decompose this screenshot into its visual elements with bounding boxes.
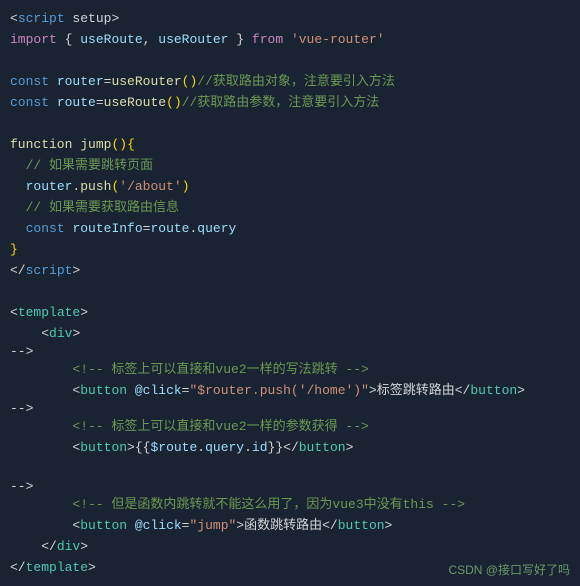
line-21: [10, 458, 570, 479]
line-18: <button @click="$router.push('/home')">标…: [10, 380, 570, 401]
line-8: // 如果需要跳转页面: [10, 155, 570, 176]
line-15: <template>: [10, 302, 570, 323]
line-13: </script>: [10, 260, 570, 281]
line-10: // 如果需要获取路由信息: [10, 197, 570, 218]
line-3: [10, 50, 570, 71]
line-22: <!-- 但是函数内跳转就不能这么用了，因为vue3中没有this -->: [10, 494, 570, 515]
line-20: <button>{{$route.query.id}}</button>: [10, 437, 570, 458]
code-editor: <script setup> import { useRoute, useRou…: [0, 0, 580, 586]
line-14: [10, 281, 570, 302]
line-1: <script setup>: [10, 8, 570, 29]
line-11: const routeInfo=route.query: [10, 218, 570, 239]
line-12: }: [10, 239, 570, 260]
line-23: <button @click="jump">函数跳转路由</button>: [10, 515, 570, 536]
line-2: import { useRoute, useRouter } from 'vue…: [10, 29, 570, 50]
line-17: <!-- 标签上可以直接和vue2一样的写法跳转 -->: [10, 359, 570, 380]
line-19: <!-- 标签上可以直接和vue2一样的参数获得 -->: [10, 416, 570, 437]
line-16: <div>: [10, 323, 570, 344]
line-4: const router=useRouter()//获取路由对象，注意要引入方法: [10, 71, 570, 92]
line-6: [10, 113, 570, 134]
watermark: CSDN @接口写好了吗: [448, 561, 570, 578]
line-7: function jump(){: [10, 134, 570, 155]
line-5: const route=useRoute()//获取路由参数，注意要引入方法: [10, 92, 570, 113]
line-24: </div>: [10, 536, 570, 557]
line-9: router.push('/about'): [10, 176, 570, 197]
